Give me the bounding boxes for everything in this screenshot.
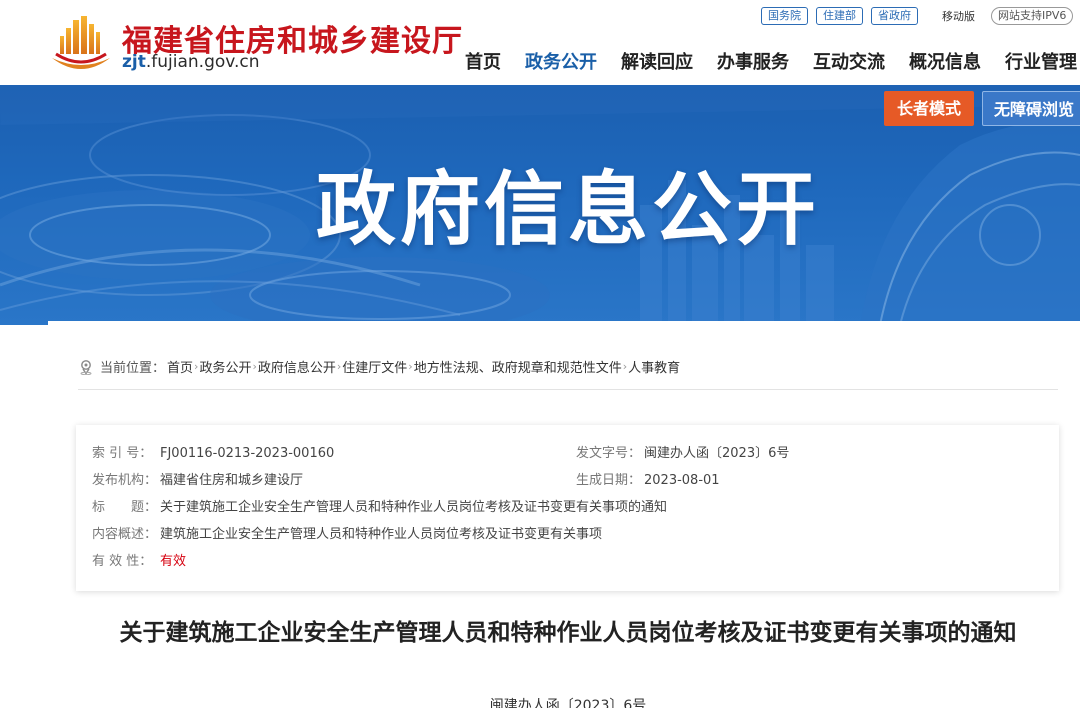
chevron-right-icon: › — [622, 360, 628, 373]
meta-org-label: 发布机构： — [92, 473, 158, 488]
breadcrumb-personnel[interactable]: 人事教育 — [628, 357, 680, 376]
meta-validity-value: 有效 — [160, 554, 187, 569]
link-mohurd[interactable]: 住建部 — [816, 7, 863, 25]
top-links: 国务院 住建部 省政府 移动版 网站支持IPV6 — [761, 7, 1074, 25]
nav-industry[interactable]: 行业管理 — [1005, 50, 1077, 76]
article-doc-number: 闽建办人函〔2023〕6号 — [489, 698, 647, 708]
doc-metadata-box: 索 引 号： FJ00116-0213-2023-00160 发文字号： 闽建办人函… — [76, 425, 1059, 591]
chevron-right-icon: › — [194, 360, 199, 373]
meta-index-value: FJ00116-0213-2023-00160 — [160, 446, 335, 461]
link-provincial-gov[interactable]: 省政府 — [871, 7, 918, 25]
nav-interaction[interactable]: 互动交流 — [813, 50, 885, 76]
meta-index-label: 索 引 号： — [92, 446, 153, 461]
banner: 政府信息公开 长者模式 无障碍浏览 — [0, 85, 1080, 325]
breadcrumb: 当前位置： 首页 › 政务公开 › 政府信息公开 › 住建厅文件 › 地方性法规… — [78, 357, 680, 376]
meta-date-row: 生成日期： 2023-08-01 — [576, 472, 720, 489]
breadcrumb-dept-docs[interactable]: 住建厅文件 — [342, 357, 407, 376]
meta-title-label: 标 题： — [92, 500, 158, 515]
breadcrumb-divider — [78, 389, 1058, 390]
meta-docno-label: 发文字号： — [576, 446, 642, 461]
main-content: 当前位置： 首页 › 政务公开 › 政府信息公开 › 住建厅文件 › 地方性法规… — [48, 321, 1080, 708]
site-logo[interactable]: 福建省住房和城乡建设厅 zjt.fujian.gov.cn — [48, 10, 462, 76]
nav-gov-affairs[interactable]: 政务公开 — [525, 50, 597, 76]
meta-summary-row: 内容概述： 建筑施工企业安全生产管理人员和特种作业人员岗位考核及证书变更有关事项 — [92, 526, 602, 543]
ipv6-badge: 网站支持IPV6 — [991, 7, 1074, 25]
meta-org-row: 发布机构： 福建省住房和城乡建设厅 — [92, 472, 303, 489]
nav-interpretation[interactable]: 解读回应 — [621, 50, 693, 76]
domain-prefix: zjt — [122, 52, 146, 72]
breadcrumb-home[interactable]: 首页 — [167, 357, 193, 376]
link-state-council[interactable]: 国务院 — [761, 7, 808, 25]
meta-org-value: 福建省住房和城乡建设厅 — [160, 473, 304, 488]
meta-summary-value: 建筑施工企业安全生产管理人员和特种作业人员岗位考核及证书变更有关事项 — [160, 527, 603, 542]
emblem-icon — [52, 16, 110, 69]
mobile-version-link[interactable]: 移动版 — [942, 8, 975, 24]
chevron-right-icon: › — [336, 360, 342, 373]
meta-date-label: 生成日期： — [576, 473, 642, 488]
breadcrumb-regulations[interactable]: 地方性法规、政府规章和规范性文件 — [414, 357, 622, 376]
article-title: 关于建筑施工企业安全生产管理人员和特种作业人员岗位考核及证书变更有关事项的通知 — [119, 620, 1017, 646]
chevron-right-icon: › — [408, 360, 413, 373]
main-nav: 首页 政务公开 解读回应 办事服务 互动交流 概况信息 行业管理 — [453, 50, 1080, 76]
nav-services[interactable]: 办事服务 — [717, 50, 789, 76]
breadcrumb-gov-affairs[interactable]: 政务公开 — [199, 357, 251, 376]
meta-docno-value: 闽建办人函〔2023〕6号 — [644, 446, 790, 461]
site-header: 福建省住房和城乡建设厅 zjt.fujian.gov.cn 国务院 住建部 省政… — [0, 0, 1080, 85]
meta-validity-row: 有 效 性： 有效 — [92, 553, 186, 570]
breadcrumb-gov-info[interactable]: 政府信息公开 — [258, 357, 336, 376]
meta-validity-label: 有 效 性： — [92, 554, 153, 569]
banner-title: 政府信息公开 — [316, 163, 820, 256]
meta-index-row: 索 引 号： FJ00116-0213-2023-00160 — [92, 445, 334, 462]
location-pin-icon — [80, 359, 92, 375]
site-domain: zjt.fujian.gov.cn — [122, 52, 260, 72]
accessible-browse-button[interactable]: 无障碍浏览 — [982, 91, 1080, 126]
meta-title-row: 标 题： 关于建筑施工企业安全生产管理人员和特种作业人员岗位考核及证书变更有关事项… — [92, 499, 667, 516]
meta-docno-row: 发文字号： 闽建办人函〔2023〕6号 — [576, 445, 789, 462]
nav-home[interactable]: 首页 — [465, 50, 501, 76]
domain-suffix: .fujian.gov.cn — [145, 52, 260, 72]
breadcrumb-label: 当前位置： — [100, 361, 166, 376]
meta-title-value: 关于建筑施工企业安全生产管理人员和特种作业人员岗位考核及证书变更有关事项的通知 — [160, 500, 668, 515]
elder-mode-button[interactable]: 长者模式 — [884, 91, 974, 126]
meta-date-value: 2023-08-01 — [644, 473, 720, 488]
nav-overview[interactable]: 概况信息 — [909, 50, 981, 76]
meta-summary-label: 内容概述： — [92, 527, 158, 542]
chevron-right-icon: › — [252, 360, 257, 373]
